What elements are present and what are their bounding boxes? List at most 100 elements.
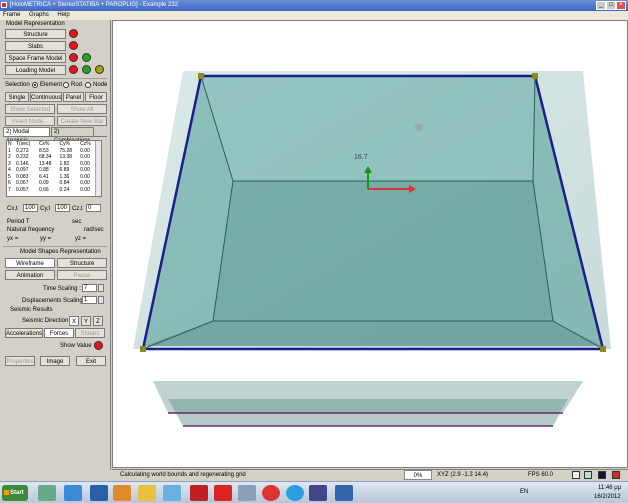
- maximize-button[interactable]: □: [606, 1, 616, 10]
- structure-button[interactable]: Structure: [5, 29, 66, 39]
- radio-node[interactable]: [85, 82, 91, 88]
- exit-button[interactable]: Exit: [76, 356, 106, 366]
- properties-button[interactable]: Properties: [5, 356, 35, 366]
- media-player-icon[interactable]: [113, 485, 131, 501]
- cx-sum-value: 100: [23, 204, 38, 212]
- corner-node: [600, 346, 606, 352]
- clock-time[interactable]: 11:46 μμ: [598, 484, 621, 493]
- control-panel: Model Representation Structure Slabs Spa…: [0, 20, 111, 470]
- radio-rod-label: Rod: [71, 82, 83, 88]
- corner-node: [140, 346, 146, 352]
- word-icon[interactable]: [90, 485, 108, 501]
- displacement-scaling-label: Displacements Scaling :: [22, 298, 87, 304]
- floor-button[interactable]: Floor: [85, 92, 107, 102]
- direction-y-button[interactable]: Y: [81, 316, 91, 326]
- space-frame-indicator-green[interactable]: [82, 53, 91, 62]
- loading-indicator-olive[interactable]: [95, 65, 104, 74]
- tab-border: [3, 136, 107, 137]
- structure-indicator[interactable]: [69, 29, 78, 38]
- direction-x-button[interactable]: X: [69, 316, 79, 326]
- status-bar: Calculating world bounds and regeneratin…: [112, 469, 628, 480]
- start-button[interactable]: Start: [2, 485, 28, 501]
- itunes-icon[interactable]: [163, 485, 181, 501]
- displacement-scaling-spinner[interactable]: [98, 296, 104, 304]
- displacement-scaling-input[interactable]: 1: [82, 296, 97, 304]
- table-cell: 0.24: [59, 186, 70, 193]
- continuous-button[interactable]: Continuous: [30, 92, 62, 102]
- chrome-icon[interactable]: [262, 485, 280, 501]
- structure-shape-button[interactable]: Structure: [57, 258, 107, 268]
- tab-modal-analysis[interactable]: 2) Modal Analysis: [3, 127, 50, 144]
- image-viewer-icon[interactable]: [238, 485, 256, 501]
- radio-rod[interactable]: [63, 82, 69, 88]
- close-view-icon[interactable]: [612, 471, 620, 479]
- cz-sum-label: Cz,t: [72, 206, 83, 212]
- bottom-slab: [143, 321, 603, 346]
- ie-icon[interactable]: [64, 485, 82, 501]
- seismic-results-title: Seismic Results: [10, 307, 53, 313]
- 3d-viewport[interactable]: 16.7: [112, 20, 628, 468]
- space-frame-model-button[interactable]: Space Frame Model: [5, 53, 66, 63]
- frequency-label: Natural frequency: [7, 227, 55, 233]
- camera-icon[interactable]: [584, 471, 592, 479]
- show-selected-button[interactable]: Show Selected: [5, 104, 55, 114]
- accelerations-button[interactable]: Accelerations: [5, 328, 43, 338]
- loading-model-button[interactable]: Loading Model: [5, 65, 66, 75]
- yy-label: yy =: [40, 236, 52, 242]
- modal-results-table[interactable]: N T(sec) Cx% Cy% Cz% 1 0.273 8.53 75.28 0.00…: [6, 140, 102, 197]
- direction-z-button[interactable]: Z: [93, 316, 103, 326]
- slabs-button[interactable]: Slabs: [5, 41, 66, 51]
- radio-element[interactable]: [32, 82, 38, 88]
- time-scaling-input[interactable]: 7: [82, 284, 97, 292]
- table-row[interactable]: 7 0.057 0.66 0.24 0.00: [7, 187, 97, 194]
- menu-frame[interactable]: Frame: [3, 12, 20, 18]
- create-new-bar-button[interactable]: Create New Bar: [57, 116, 107, 126]
- tab-combinations[interactable]: 2) Combinations: [51, 127, 94, 144]
- shears-button[interactable]: Shears: [75, 328, 105, 338]
- radio-node-label: Node: [93, 82, 108, 88]
- show-all-button[interactable]: Show All: [57, 104, 107, 114]
- table-scrollbar[interactable]: [95, 141, 101, 196]
- animation-button[interactable]: Animation: [5, 270, 55, 280]
- application-window: [HoloMETRICA + StereoSTATIBA + PAROPLIG]…: [0, 0, 628, 503]
- minimize-view-icon[interactable]: [572, 471, 580, 479]
- language-indicator[interactable]: EN: [520, 488, 528, 497]
- close-button[interactable]: ×: [616, 1, 626, 10]
- forces-button[interactable]: Forces: [44, 328, 74, 338]
- space-frame-indicator-red[interactable]: [69, 53, 78, 62]
- seismic-direction-label: Seismic Direction :: [22, 318, 72, 324]
- folder-icon[interactable]: [138, 485, 156, 501]
- status-progress: 0%: [404, 470, 432, 480]
- insert-node-button[interactable]: Insert Node...: [5, 116, 55, 126]
- pdf-icon[interactable]: [214, 485, 232, 501]
- cy-sum-label: Cy,t: [40, 206, 51, 212]
- slabs-indicator[interactable]: [69, 41, 78, 50]
- panel-button[interactable]: Panel: [63, 92, 84, 102]
- axis-label: 16.7: [354, 154, 368, 161]
- divider: [3, 78, 107, 79]
- menu-help[interactable]: Help: [57, 12, 69, 18]
- image-button[interactable]: Image: [40, 356, 70, 366]
- wireframe-button[interactable]: Wireframe: [5, 258, 55, 268]
- app-icon-2[interactable]: [309, 485, 327, 501]
- app-icon-3[interactable]: [335, 485, 353, 501]
- acrobat-icon[interactable]: [190, 485, 208, 501]
- pause-button[interactable]: Pause: [57, 270, 107, 280]
- show-value-toggle[interactable]: [94, 341, 103, 350]
- loading-indicator-red[interactable]: [69, 65, 78, 74]
- loading-indicator-green[interactable]: [82, 65, 91, 74]
- light-sphere: [415, 123, 423, 131]
- skype-icon[interactable]: [286, 485, 304, 501]
- office-icon[interactable]: [38, 485, 56, 501]
- minimize-button[interactable]: _: [596, 1, 606, 10]
- yz-label: yz =: [75, 236, 87, 242]
- map-icon[interactable]: [598, 471, 606, 479]
- single-button[interactable]: Single: [5, 92, 29, 102]
- show-value-label: Show Value :: [60, 343, 95, 349]
- yx-label: yx =: [7, 236, 19, 242]
- cy-sum-value: 100: [55, 204, 70, 212]
- time-scaling-spinner[interactable]: [98, 284, 104, 292]
- menu-graphs[interactable]: Graphs: [29, 12, 49, 18]
- clock-date[interactable]: 16/2/2012: [594, 493, 621, 502]
- table-cell: 0.66: [38, 186, 49, 193]
